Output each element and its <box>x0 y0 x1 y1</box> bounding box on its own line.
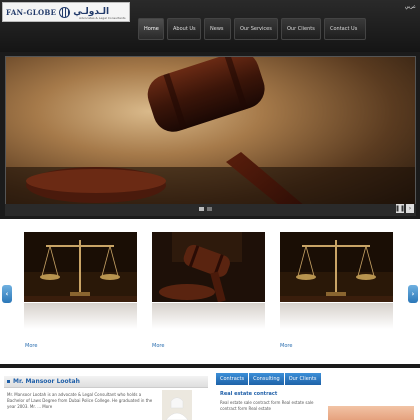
more-link[interactable]: More <box>152 343 164 349</box>
globe-icon <box>59 6 71 18</box>
bio-title: Mr. Mansoor Lootah <box>4 376 208 388</box>
gavel-photo[interactable] <box>152 232 265 302</box>
gavel-photo <box>6 57 415 213</box>
slider-dots <box>199 207 212 211</box>
tab-our-clients[interactable]: Our Clients <box>284 373 321 385</box>
slider-dot[interactable] <box>207 207 212 211</box>
scales-of-justice-photo[interactable] <box>280 232 393 302</box>
content-tabs: Contracts Consulting Our Clients <box>216 373 321 385</box>
panel-image <box>328 406 414 420</box>
more-link[interactable]: More <box>25 343 37 349</box>
carousel-next-button[interactable]: › <box>408 285 418 303</box>
site-header: FAN-GLOBE الـدولـي Advocates & Legal Con… <box>0 0 420 52</box>
panel-text: Real estate sale contract form Real esta… <box>220 400 314 411</box>
nav-our-clients[interactable]: Our Clients <box>281 18 321 40</box>
slider-buttons: ❚❚ › <box>395 204 414 213</box>
slider-dot[interactable] <box>199 207 204 211</box>
scales-of-justice-photo[interactable] <box>24 232 137 302</box>
chevron-right-icon[interactable]: › <box>406 204 414 213</box>
carousel-prev-button[interactable]: ‹ <box>2 285 12 303</box>
logo[interactable]: FAN-GLOBE الـدولـي Advocates & Legal Con… <box>2 2 130 22</box>
tab-consulting[interactable]: Consulting <box>249 373 284 385</box>
logo-subtitle: Advocates & Legal Consultants <box>79 16 126 20</box>
hero-slider <box>5 56 416 214</box>
tab-contracts[interactable]: Contracts <box>216 373 249 385</box>
nav-news[interactable]: News <box>204 18 231 40</box>
pause-icon[interactable]: ❚❚ <box>395 204 405 213</box>
nav-our-services[interactable]: Our Services <box>234 18 278 40</box>
thumb-reflection <box>152 303 265 329</box>
thumb-reflection <box>24 303 137 329</box>
nav-contact-us[interactable]: Contact Us <box>324 18 366 40</box>
portrait-photo <box>162 390 192 420</box>
panel-title[interactable]: Real estate contract <box>220 391 277 397</box>
thumb-reflection <box>280 303 393 329</box>
nav-home[interactable]: Home <box>138 18 164 40</box>
language-switch[interactable]: عربي <box>405 4 416 10</box>
image-carousel: ‹ › More More More <box>0 219 420 364</box>
main-nav: Home About Us News Our Services Our Clie… <box>138 18 369 40</box>
logo-text: FAN-GLOBE <box>6 7 57 17</box>
more-link[interactable]: More <box>280 343 292 349</box>
nav-about-us[interactable]: About Us <box>167 18 201 40</box>
bio-text: Mr. Mansoor Lootah is an advocate & Lega… <box>7 392 153 409</box>
